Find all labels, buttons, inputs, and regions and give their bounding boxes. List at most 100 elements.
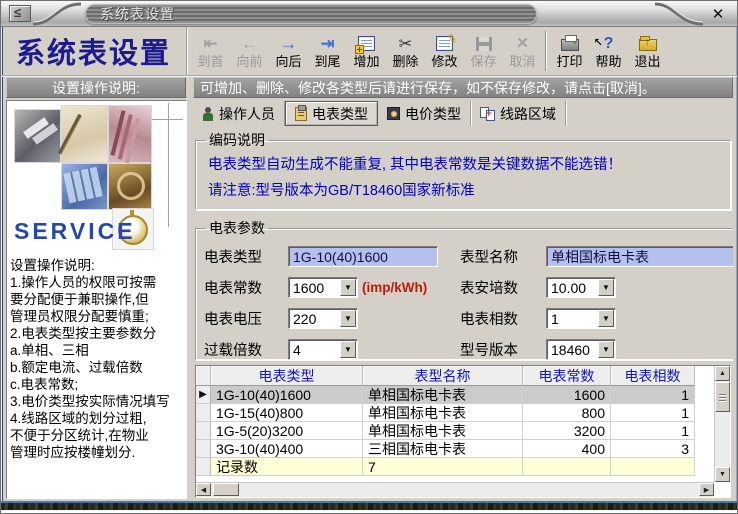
unit-label: (imp/kWh) (362, 280, 427, 295)
record-count-label: 记录数 (211, 458, 363, 476)
tab-line-area[interactable]: + 线路区域 (471, 101, 566, 126)
coding-note-2: 请注意:型号版本为GB/T18460国家新标准 (204, 178, 722, 204)
modify-button[interactable]: ✎ 修改 (425, 29, 464, 73)
field-label-phases: 电表相数 (460, 308, 546, 329)
app-window: 系统表设置 ✕ 系统表设置 ⇤ 到首 ← 向前 → 向后 ⇥ (0, 0, 738, 514)
exit-folder-icon (639, 39, 657, 51)
service-collage: SERVICE (10, 103, 183, 249)
hint-caption: 可增加、删除、修改各类型后请进行保存，如不保存修改，请点击[取消]。 (193, 77, 733, 98)
toolbar: ⇤ 到首 ← 向前 → 向后 ⇥ 到尾 + 增加 ✂ 删除 (187, 27, 667, 75)
meter-type-input[interactable]: 1G-10(40)1600 (288, 246, 438, 267)
goto-first-button[interactable]: ⇤ 到首 (191, 29, 230, 73)
cancel-x-icon: × (517, 33, 528, 55)
sidebar-caption: 设置操作说明: (6, 77, 186, 98)
add-button[interactable]: + 增加 (347, 29, 386, 73)
scissors-icon: ✂ (399, 34, 412, 54)
field-label-meter-constant: 电表常数 (204, 277, 288, 298)
help-button[interactable]: ↖? 帮助 (589, 29, 628, 73)
instructions-text: 设置操作说明: 1.操作人员的权限可按需 要分配便于兼职操作,但 管理员权限分配… (10, 257, 183, 461)
table-row[interactable]: ▶ 1G-10(40)1600 单相国标电卡表 1600 1 (196, 386, 714, 404)
add-record-icon: + (358, 36, 375, 51)
window-bottom-edge (1, 501, 737, 513)
photo-tools (15, 110, 60, 162)
chevron-down-icon[interactable]: ▼ (598, 341, 614, 358)
pages-icon: + (480, 107, 495, 121)
header-row: 系统表设置 ⇤ 到首 ← 向前 → 向后 ⇥ 到尾 + 增加 (1, 27, 737, 76)
col-header-meter-type[interactable]: 电表类型 (211, 366, 363, 386)
exit-button[interactable]: 退出 (628, 29, 667, 73)
grid-header-row: 电表类型 表型名称 电表常数 电表相数 (196, 366, 714, 386)
phases-select[interactable]: 1 ▼ (546, 308, 616, 329)
main-area: SERVICE 设置操作说明: 1.操作人员的权限可按需 要分配便于兼职操作,但… (1, 98, 737, 501)
coding-note-1: 电表类型自动生成不能重复, 其中电表常数是关键数据不能选错！ (204, 152, 722, 178)
goto-first-icon: ⇤ (203, 35, 217, 52)
tab-bar: 操作人员 电表类型 电价类型 + 线路区域 (193, 100, 733, 127)
page-title: 系统表设置 (1, 27, 187, 75)
content-panel: 操作人员 电表类型 电价类型 + 线路区域 编码说明 电表类型自动生成不能 (193, 100, 733, 499)
overload-select[interactable]: 4 ▼ (288, 339, 358, 360)
delete-button[interactable]: ✂ 删除 (386, 29, 425, 73)
caption-strips: 设置操作说明: 可增加、删除、修改各类型后请进行保存，如不保存修改，请点击[取消… (1, 77, 737, 98)
params-group-title: 电表参数 (206, 218, 268, 238)
chevron-down-icon[interactable]: ▼ (598, 279, 614, 296)
toolbar-separator (545, 31, 547, 71)
vertical-scroll-thumb[interactable] (715, 382, 730, 412)
window-title: 系统表设置 (100, 4, 175, 24)
coding-group-title: 编码说明 (206, 130, 268, 150)
scroll-down-icon[interactable]: ▼ (715, 467, 730, 482)
previous-button[interactable]: ← 向前 (230, 29, 269, 73)
chevron-down-icon[interactable]: ▼ (598, 310, 614, 327)
table-row[interactable]: 1G-15(40)800 单相国标电卡表 800 1 (196, 404, 714, 422)
clipboard-icon (295, 107, 307, 121)
tab-operators[interactable]: 操作人员 (193, 101, 285, 126)
chevron-down-icon[interactable]: ▼ (340, 341, 356, 358)
titlebar: 系统表设置 ✕ (1, 1, 737, 27)
table-row[interactable]: 1G-5(20)3200 单相国标电卡表 3200 1 (196, 422, 714, 440)
col-header-phases[interactable]: 电表相数 (611, 366, 695, 386)
col-header-constant[interactable]: 电表常数 (523, 366, 611, 386)
vertical-scrollbar[interactable]: ▲ ▼ (714, 366, 730, 482)
tab-meter-type[interactable]: 电表类型 (285, 101, 378, 126)
service-text: SERVICE (14, 218, 136, 245)
field-label-model-version: 型号版本 (460, 339, 546, 360)
titlebar-swoosh-right (653, 2, 705, 26)
titlebar-swoosh-left (31, 2, 83, 26)
person-icon (202, 107, 214, 121)
cancel-button[interactable]: × 取消 (503, 29, 542, 73)
horizontal-scroll-thumb[interactable] (213, 483, 239, 496)
params-groupbox: 电表参数 电表类型 1G-10(40)1600 表型名称 单相国标电卡表 电表常… (195, 218, 733, 360)
horizontal-scrollbar[interactable]: ◀ ▶ (196, 482, 714, 497)
data-grid: 电表类型 表型名称 电表常数 电表相数 ▶ 1G-10(40)1600 单相国标… (195, 365, 731, 498)
col-header-model-name[interactable]: 表型名称 (363, 366, 523, 386)
close-button[interactable]: ✕ (705, 4, 731, 24)
next-button[interactable]: → 向后 (269, 29, 308, 73)
floppy-save-icon (476, 37, 492, 51)
photo-pens (109, 106, 151, 162)
scroll-left-icon[interactable]: ◀ (196, 483, 211, 496)
chevron-down-icon[interactable]: ▼ (340, 310, 356, 327)
close-icon: ✕ (712, 5, 725, 23)
model-name-input[interactable]: 单相国标电卡表 (546, 246, 733, 267)
amperage-select[interactable]: 10.00 ▼ (546, 277, 616, 298)
scroll-right-icon[interactable]: ▶ (699, 483, 714, 496)
arrow-right-icon: → (280, 35, 297, 52)
meter-constant-select[interactable]: 1600 ▼ (288, 277, 358, 298)
tab-price-type[interactable]: 电价类型 (378, 101, 471, 126)
photo-keyboard (62, 164, 107, 209)
record-count-value: 7 (363, 458, 523, 476)
model-version-select[interactable]: 18460 ▼ (546, 339, 616, 360)
field-label-model-name: 表型名称 (460, 246, 546, 267)
field-label-overload: 过载倍数 (204, 339, 288, 360)
field-label-meter-type: 电表类型 (204, 246, 288, 267)
table-row[interactable]: 3G-10(40)400 三相国标电卡表 400 3 (196, 440, 714, 458)
voltage-select[interactable]: 220 ▼ (288, 308, 358, 329)
print-button[interactable]: 打印 (550, 29, 589, 73)
photo-pen (62, 106, 107, 162)
goto-last-button[interactable]: ⇥ 到尾 (308, 29, 347, 73)
book-icon (387, 107, 400, 120)
chevron-down-icon[interactable]: ▼ (340, 279, 356, 296)
record-count-row: 记录数 7 (196, 458, 714, 476)
save-button[interactable]: 保存 (464, 29, 503, 73)
scroll-up-icon[interactable]: ▲ (715, 366, 730, 381)
row-indicator-icon: ▶ (199, 389, 207, 400)
